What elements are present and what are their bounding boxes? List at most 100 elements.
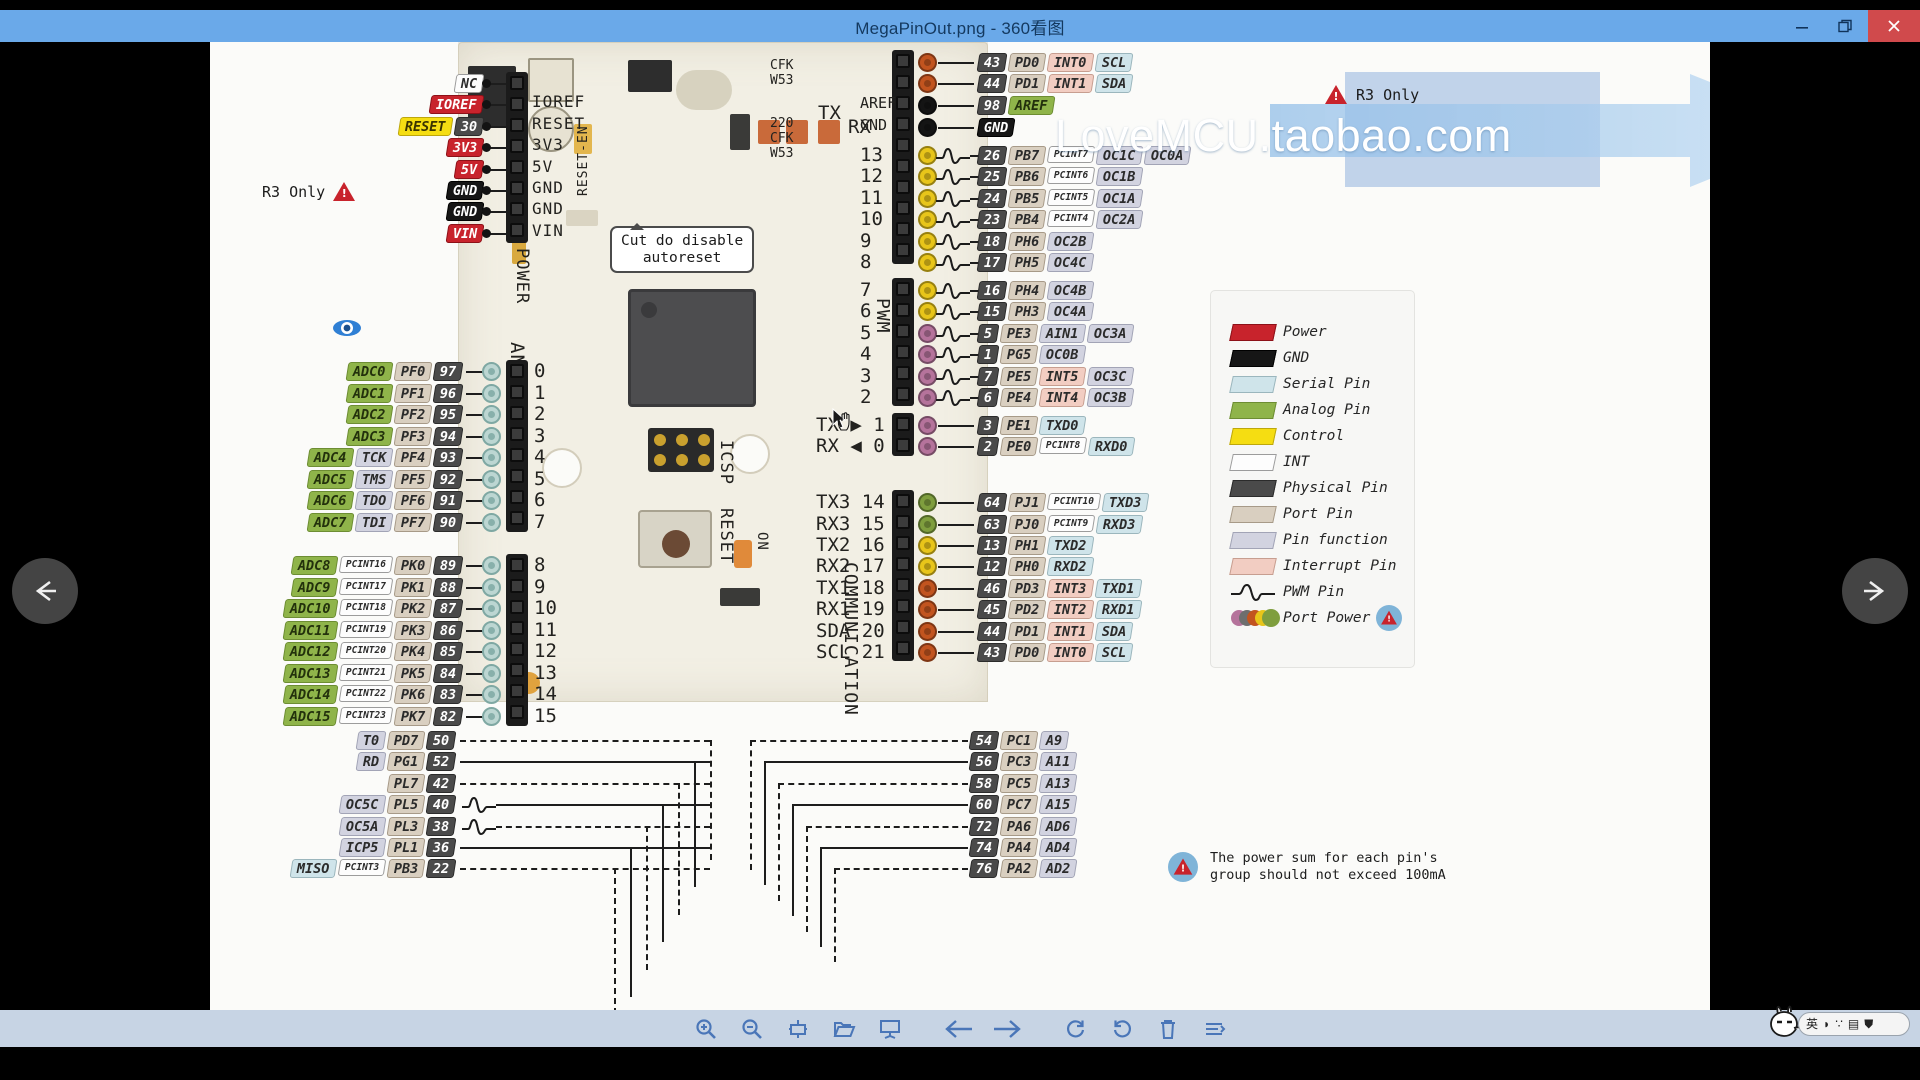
pin-dot: [482, 79, 491, 88]
pwm-wave-icon: [936, 325, 970, 343]
pin-label: PF1: [393, 383, 433, 403]
pin-label: 24: [976, 189, 1008, 208]
board-pin-number: 4: [860, 343, 872, 365]
port-power-dot: [918, 388, 937, 407]
pin-label: A13: [1038, 773, 1078, 793]
pin-label: INT4: [1038, 388, 1087, 407]
board-pin-number: 9: [534, 575, 546, 598]
legend-label: Control: [1283, 428, 1345, 444]
image-viewport[interactable]: POWER ANALOG IN ICSP RESET ON RESET-EN T…: [0, 42, 1920, 1010]
board-pin-number: 1: [534, 381, 546, 404]
pin-label: 90: [432, 512, 464, 532]
board-pin-number: 11: [534, 618, 557, 641]
smd-part-a: [730, 114, 750, 150]
pin-label: PF3: [393, 426, 433, 446]
pin-label: 13: [976, 536, 1008, 555]
next-image-arrow[interactable]: [1842, 558, 1908, 624]
ime-icon-2[interactable]: ∵: [1835, 1018, 1843, 1030]
rotate-cw-icon[interactable]: [1053, 1010, 1099, 1047]
r3-only-left-text: R3 Only: [262, 183, 326, 201]
pin-label: PF6: [393, 491, 433, 510]
close-button[interactable]: [1868, 10, 1920, 42]
icsp-pin-6: [698, 454, 710, 466]
previous-image-icon[interactable]: [937, 1010, 983, 1047]
pwm-wave-icon: [936, 168, 970, 186]
pin-label: ADC10: [282, 599, 339, 618]
delete-icon[interactable]: [1145, 1010, 1191, 1047]
port-power-dot: [918, 210, 937, 229]
warning-round-icon: [1376, 605, 1403, 631]
port-power-dot: [918, 416, 937, 435]
previous-image-arrow[interactable]: [12, 558, 78, 624]
legend-item-port-power: Port Power: [1231, 605, 1414, 631]
pin-label: 40: [425, 795, 457, 815]
pin-label: PL7: [386, 773, 426, 793]
image-canvas[interactable]: POWER ANALOG IN ICSP RESET ON RESET-EN T…: [210, 42, 1710, 1010]
reset-button-cap[interactable]: [662, 530, 690, 558]
cap-label-1: CFK W53: [770, 58, 794, 88]
icsp-pin-5: [676, 454, 688, 466]
pin-wire: [460, 868, 710, 871]
next-image-icon[interactable]: [983, 1010, 1029, 1047]
actual-size-icon[interactable]: [775, 1010, 821, 1047]
pinout-diagram: POWER ANALOG IN ICSP RESET ON RESET-EN T…: [210, 42, 1710, 1010]
pin-label: PB3: [386, 859, 426, 879]
pin-label: GND: [445, 181, 485, 200]
ime-icon-3[interactable]: ▤: [1848, 1018, 1859, 1030]
port-power-dot: [918, 622, 937, 641]
legend-item: Serial Pin: [1229, 371, 1414, 397]
pin-label: 58: [968, 773, 1000, 793]
ime-floating-bar[interactable]: 英 ◗ ∵ ▤ ⛊: [1766, 1000, 1914, 1044]
board-pin-number: 5: [534, 467, 546, 490]
pin-label: PCINT16: [338, 556, 394, 573]
rotate-ccw-icon[interactable]: [1099, 1010, 1145, 1047]
pin-label: PC1: [999, 731, 1039, 750]
legend-item: Pin function: [1229, 527, 1414, 553]
pwm-wave-icon: [936, 254, 970, 272]
restore-button[interactable]: [1824, 10, 1868, 42]
board-pin-number: AREF: [860, 94, 897, 112]
board-pin-number: 2: [534, 403, 546, 425]
pin-label: AREF: [1007, 96, 1056, 115]
zoom-out-icon[interactable]: [729, 1010, 775, 1047]
pin-label: MISO: [289, 859, 338, 879]
open-folder-icon[interactable]: [821, 1010, 867, 1047]
pin-label: RXD3: [1095, 515, 1144, 534]
pin-label: 25: [976, 167, 1008, 186]
pin-label: PCINT21: [338, 663, 394, 681]
port-power-dot: [918, 167, 937, 186]
port-power-dot: [482, 469, 501, 489]
more-menu-icon[interactable]: [1191, 1010, 1237, 1047]
pin-label: 42: [425, 773, 457, 793]
ime-icon-1[interactable]: ◗: [1823, 1018, 1830, 1030]
board-pin-number: 11: [860, 187, 883, 209]
pin-label: 52: [425, 752, 457, 772]
pin-label: PA6: [999, 816, 1039, 836]
pin-wire: [938, 105, 974, 107]
port-power-dot: [918, 437, 937, 456]
pin-label: 1: [976, 345, 1000, 364]
pwm-wave-icon: [936, 282, 970, 300]
pin-label: OC0B: [1038, 345, 1087, 364]
pin-wire: [820, 847, 968, 849]
minimize-button[interactable]: [1780, 10, 1824, 42]
board-pin-number: SDA 20: [816, 620, 885, 642]
ime-mode-label[interactable]: 英: [1806, 1018, 1818, 1030]
pin-label: 44: [976, 74, 1008, 93]
zoom-in-icon[interactable]: [683, 1010, 729, 1047]
port-power-dot: [918, 302, 937, 321]
pin-header-block: [506, 72, 528, 244]
slideshow-icon[interactable]: [867, 1010, 913, 1047]
ime-icon-4[interactable]: ⛊: [1864, 1018, 1873, 1030]
pin-label: ADC12: [282, 642, 339, 661]
port-power-dot: [482, 706, 501, 726]
port-power-dot: [918, 74, 937, 93]
pin-label: PF7: [393, 512, 433, 532]
image-viewer-window: MegaPinOut.png - 360看图 POWER ICSP RESET …: [0, 0, 1920, 1080]
ime-status-pill[interactable]: 英 ◗ ∵ ▤ ⛊: [1798, 1012, 1910, 1036]
pin-label: 3: [976, 416, 1000, 435]
pin-label: PK6: [393, 685, 433, 704]
pin-label: PK3: [393, 620, 433, 640]
port-power-dot: [482, 599, 501, 618]
pin-wire: [460, 761, 710, 764]
